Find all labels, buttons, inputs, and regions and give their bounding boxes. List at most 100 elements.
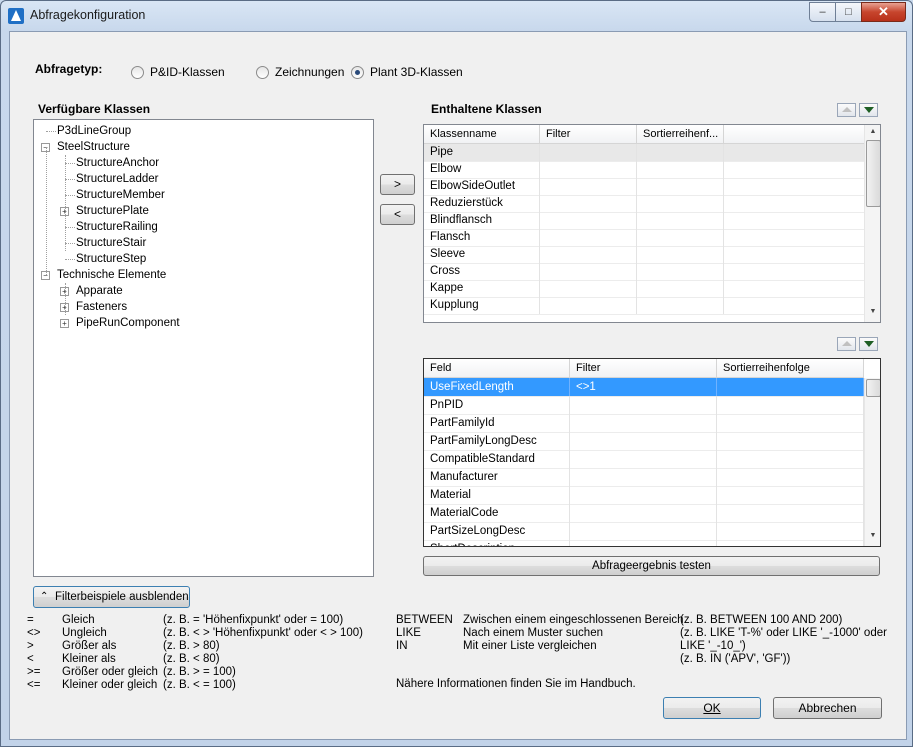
- field-cell[interactable]: Manufacturer: [424, 468, 570, 486]
- field-cell[interactable]: CompatibleStandard: [424, 450, 570, 468]
- filter-cell[interactable]: [570, 396, 717, 414]
- column-header[interactable]: Feld: [424, 359, 570, 377]
- move-up-button-classes[interactable]: [837, 103, 856, 117]
- filter-cell: [540, 212, 637, 229]
- radio-drawings[interactable]: [256, 66, 269, 79]
- radio-plant3d-label[interactable]: Plant 3D-Klassen: [370, 65, 463, 79]
- expand-icon[interactable]: +: [60, 319, 69, 328]
- fields-grid[interactable]: Feld Filter Sortierreihenfolge UseFixedLeng…: [423, 358, 881, 547]
- table-row[interactable]: Manufacturer: [424, 468, 864, 487]
- cancel-button[interactable]: Abbrechen: [773, 697, 882, 719]
- table-row[interactable]: Elbow: [424, 161, 864, 179]
- radio-drawings-label[interactable]: Zeichnungen: [275, 65, 344, 79]
- vertical-scrollbar[interactable]: ▲ ▼: [864, 125, 880, 322]
- move-down-button-fields[interactable]: [859, 337, 878, 351]
- table-row[interactable]: Kupplung: [424, 297, 864, 315]
- tree-item[interactable]: Fasteners: [76, 299, 127, 315]
- column-header[interactable]: Sortierreihenfolge: [717, 359, 864, 377]
- tree-item[interactable]: PipeRunComponent: [76, 315, 180, 331]
- table-row[interactable]: PnPID: [424, 396, 864, 415]
- table-row[interactable]: ShortDescription: [424, 540, 864, 546]
- tree-item[interactable]: StructureStep: [76, 251, 146, 267]
- column-header[interactable]: Klassenname: [424, 125, 540, 143]
- sort-cell[interactable]: [717, 504, 864, 522]
- filter-cell[interactable]: [570, 432, 717, 450]
- filter-cell[interactable]: [570, 504, 717, 522]
- tree-item[interactable]: StructureLadder: [76, 171, 158, 187]
- hide-examples-button[interactable]: ⌃ Filterbeispiele ausblenden: [33, 586, 190, 608]
- close-button[interactable]: ✕: [861, 2, 906, 22]
- tree-item[interactable]: StructureStair: [76, 235, 146, 251]
- column-header[interactable]: Filter: [540, 125, 637, 143]
- contained-classes-grid[interactable]: Klassenname Filter Sortierreihenf... Pipe El…: [423, 124, 881, 323]
- scroll-down-icon[interactable]: ▼: [865, 532, 880, 539]
- maximize-button[interactable]: □: [835, 2, 862, 22]
- field-cell[interactable]: PartFamilyLongDesc: [424, 432, 570, 450]
- filter-cell[interactable]: [570, 486, 717, 504]
- sort-cell[interactable]: [717, 522, 864, 540]
- sort-cell[interactable]: [717, 414, 864, 432]
- sort-cell[interactable]: [717, 432, 864, 450]
- field-cell[interactable]: Material: [424, 486, 570, 504]
- add-class-button[interactable]: >: [380, 174, 415, 195]
- table-row[interactable]: Cross: [424, 263, 864, 281]
- field-cell[interactable]: PnPID: [424, 396, 570, 414]
- scrollbar-thumb[interactable]: [866, 140, 880, 207]
- table-row[interactable]: MaterialCode: [424, 504, 864, 523]
- tree-item[interactable]: Apparate: [76, 283, 123, 299]
- table-row[interactable]: Blindflansch: [424, 212, 864, 230]
- available-classes-tree[interactable]: P3dLineGroup − SteelStructure StructureAnch…: [33, 119, 374, 577]
- filter-cell[interactable]: <>1: [570, 378, 717, 396]
- table-row[interactable]: Reduzierstück: [424, 195, 864, 213]
- column-header[interactable]: Sortierreihenf...: [637, 125, 724, 143]
- scroll-down-icon[interactable]: ▼: [865, 308, 880, 315]
- radio-pid-classes[interactable]: [131, 66, 144, 79]
- field-cell[interactable]: PartSizeLongDesc: [424, 522, 570, 540]
- minimize-button[interactable]: ‒: [809, 2, 836, 22]
- move-down-button-classes[interactable]: [859, 103, 878, 117]
- tree-item[interactable]: StructureAnchor: [76, 155, 159, 171]
- filter-cell[interactable]: [570, 522, 717, 540]
- sort-cell[interactable]: [717, 468, 864, 486]
- tree-item[interactable]: Technische Elemente: [57, 267, 166, 283]
- table-row[interactable]: ElbowSideOutlet: [424, 178, 864, 196]
- table-row[interactable]: CompatibleStandard: [424, 450, 864, 469]
- filter-cell[interactable]: [570, 450, 717, 468]
- move-up-button-fields[interactable]: [837, 337, 856, 351]
- table-row[interactable]: PartFamilyLongDesc: [424, 432, 864, 451]
- test-query-button[interactable]: Abfrageergebnis testen: [423, 556, 880, 576]
- sort-cell[interactable]: [717, 378, 864, 396]
- column-header[interactable]: Filter: [570, 359, 717, 377]
- table-row[interactable]: Kappe: [424, 280, 864, 298]
- table-row[interactable]: PartFamilyId: [424, 414, 864, 433]
- sort-cell[interactable]: [717, 396, 864, 414]
- sort-cell[interactable]: [717, 540, 864, 546]
- tree-item[interactable]: SteelStructure: [57, 139, 130, 155]
- tree-item[interactable]: P3dLineGroup: [57, 123, 131, 139]
- field-cell[interactable]: ShortDescription: [424, 540, 570, 546]
- sort-cell[interactable]: [717, 450, 864, 468]
- table-row[interactable]: Sleeve: [424, 246, 864, 264]
- filter-cell[interactable]: [570, 468, 717, 486]
- ok-button[interactable]: OK: [663, 697, 761, 719]
- field-cell[interactable]: MaterialCode: [424, 504, 570, 522]
- filter-cell[interactable]: [570, 414, 717, 432]
- table-row[interactable]: Pipe: [424, 144, 864, 162]
- vertical-scrollbar[interactable]: ▼: [864, 378, 880, 546]
- radio-plant3d-classes[interactable]: [351, 66, 364, 79]
- radio-pid-label[interactable]: P&ID-Klassen: [150, 65, 225, 79]
- field-cell[interactable]: UseFixedLength: [424, 378, 570, 396]
- table-row[interactable]: Material: [424, 486, 864, 505]
- scrollbar-thumb[interactable]: [866, 379, 880, 397]
- table-row[interactable]: Flansch: [424, 229, 864, 247]
- scroll-up-icon[interactable]: ▲: [865, 128, 880, 135]
- field-cell[interactable]: PartFamilyId: [424, 414, 570, 432]
- tree-item[interactable]: StructureMember: [76, 187, 165, 203]
- sort-cell[interactable]: [717, 486, 864, 504]
- filter-cell[interactable]: [570, 540, 717, 546]
- tree-item[interactable]: StructureRailing: [76, 219, 158, 235]
- tree-item[interactable]: StructurePlate: [76, 203, 149, 219]
- table-row[interactable]: PartSizeLongDesc: [424, 522, 864, 541]
- remove-class-button[interactable]: <: [380, 204, 415, 225]
- table-row[interactable]: UseFixedLength <>1: [424, 378, 864, 397]
